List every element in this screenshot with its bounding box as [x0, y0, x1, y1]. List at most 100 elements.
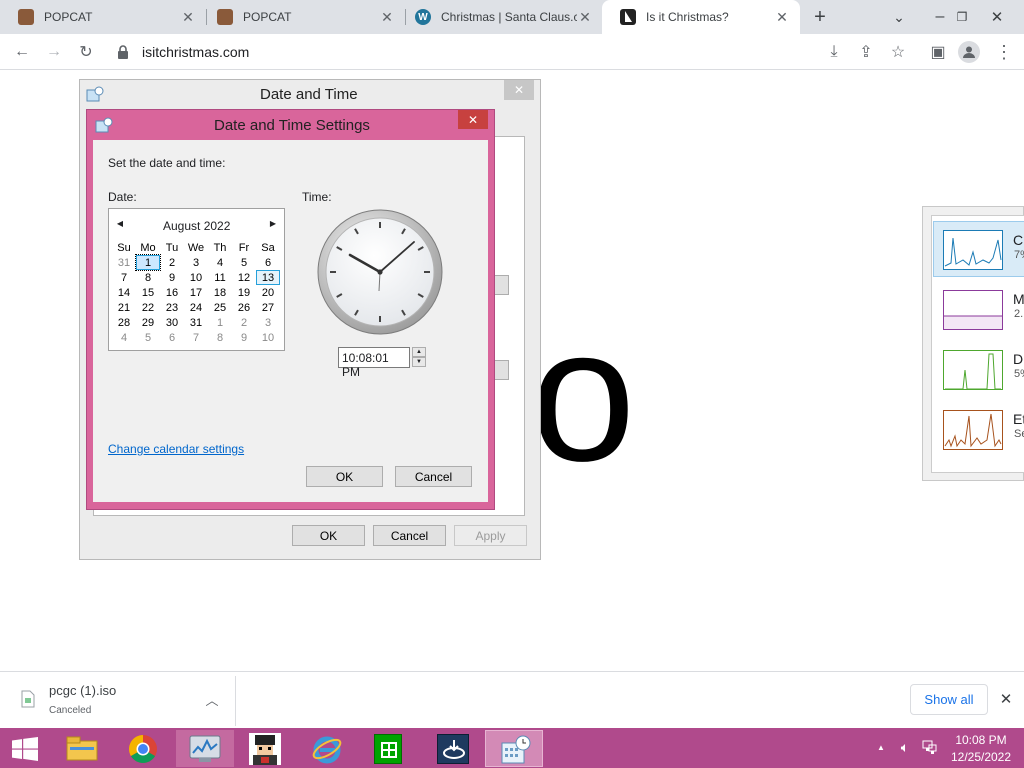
calendar-day[interactable]: 6	[256, 255, 280, 270]
calendar-day[interactable]: 5	[232, 255, 256, 270]
perf-item-ethernet[interactable]	[943, 410, 1003, 453]
calendar-day[interactable]: 9	[160, 270, 184, 285]
calendar-day[interactable]: 29	[136, 315, 160, 330]
tab-popcat-1[interactable]: POPCAT ✕	[0, 0, 206, 34]
download-chevron-up-icon[interactable]: ︿	[202, 689, 222, 709]
kebab-menu-icon[interactable]: ⋮	[990, 34, 1018, 70]
inner-close-icon[interactable]: ✕	[458, 110, 488, 129]
prev-month-arrow-icon[interactable]: ◀	[115, 218, 125, 228]
calendar-day-today[interactable]: 13	[256, 270, 280, 285]
inner-ok-button[interactable]: OK	[306, 466, 383, 487]
perf-item-cpu[interactable]	[943, 230, 1003, 273]
calendar-day[interactable]: 4	[112, 330, 136, 345]
show-all-button[interactable]: Show all	[910, 684, 988, 715]
address-bar-url[interactable]: isitchristmas.com	[142, 44, 249, 60]
calendar-day[interactable]: 1	[208, 315, 232, 330]
tab-search-chevron-icon[interactable]: ⌄	[877, 0, 921, 34]
calendar-day[interactable]: 19	[232, 285, 256, 300]
calendar-day[interactable]: 6	[160, 330, 184, 345]
calendar-day[interactable]: 16	[160, 285, 184, 300]
calendar-day[interactable]: 27	[256, 300, 280, 315]
taskbar-pixel-app[interactable]	[237, 730, 295, 767]
outer-close-icon[interactable]: ✕	[504, 80, 534, 100]
calendar-day[interactable]: 2	[160, 255, 184, 270]
calendar-day-selected[interactable]: 1	[135, 254, 161, 271]
back-arrow-icon[interactable]: ←	[8, 34, 36, 70]
close-tab-icon[interactable]: ✕	[577, 9, 593, 25]
taskbar-chrome[interactable]	[115, 730, 173, 767]
time-up-arrow-icon[interactable]: ▲	[412, 347, 426, 357]
side-panel-icon[interactable]: ▣	[924, 34, 952, 70]
tab-christmas-santa[interactable]: W Christmas | Santa Claus.c ✕	[397, 0, 603, 34]
volume-icon[interactable]: 🔈︎	[896, 738, 914, 756]
calendar-day[interactable]: 8	[208, 330, 232, 345]
calendar-day[interactable]: 8	[136, 270, 160, 285]
calendar-day[interactable]: 28	[112, 315, 136, 330]
taskbar-internet-explorer[interactable]	[298, 730, 356, 767]
forward-arrow-icon[interactable]: →	[40, 34, 68, 70]
perf-item-memory[interactable]	[943, 290, 1003, 333]
calendar-day[interactable]: 3	[184, 255, 208, 270]
calendar-day[interactable]: 21	[112, 300, 136, 315]
inner-cancel-button[interactable]: Cancel	[395, 466, 472, 487]
taskbar-date-time[interactable]	[485, 730, 543, 767]
show-hidden-icons-caret-icon[interactable]: ▲	[874, 740, 888, 754]
calendar-day[interactable]: 11	[208, 270, 232, 285]
new-tab-plus-icon[interactable]: +	[808, 5, 832, 29]
calendar-day[interactable]: 24	[184, 300, 208, 315]
calendar-day[interactable]: 26	[232, 300, 256, 315]
outer-apply-button[interactable]: Apply	[454, 525, 527, 546]
calendar-day[interactable]: 7	[184, 330, 208, 345]
taskbar-file-explorer[interactable]	[54, 730, 112, 767]
perf-item-disk[interactable]	[943, 350, 1003, 393]
calendar-day[interactable]: 9	[232, 330, 256, 345]
calendar-month[interactable]: August 2022	[163, 219, 230, 233]
calendar-day[interactable]: 25	[208, 300, 232, 315]
close-tab-icon[interactable]: ✕	[774, 9, 790, 25]
close-tab-icon[interactable]: ✕	[379, 9, 395, 25]
calendar-day[interactable]: 10	[184, 270, 208, 285]
taskbar-clock-date[interactable]: 12/25/2022	[948, 750, 1014, 764]
taskbar-app-dark[interactable]	[424, 730, 482, 767]
calendar-day[interactable]: 4	[208, 255, 232, 270]
install-app-icon[interactable]: ⤓	[820, 34, 848, 70]
tab-popcat-2[interactable]: POPCAT ✕	[199, 0, 405, 34]
reload-icon[interactable]: ↻	[72, 34, 100, 70]
change-calendar-settings-link[interactable]: Change calendar settings	[108, 442, 244, 456]
calendar-day[interactable]: 3	[256, 315, 280, 330]
windows-start-icon[interactable]	[10, 735, 40, 762]
calendar-day[interactable]: 7	[112, 270, 136, 285]
time-input[interactable]: 10:08:01 PM	[338, 347, 410, 379]
calendar-day[interactable]: 30	[160, 315, 184, 330]
time-down-arrow-icon[interactable]: ▼	[412, 357, 426, 367]
taskbar-store[interactable]	[359, 730, 417, 767]
outer-hidden-button[interactable]	[493, 360, 509, 380]
next-month-arrow-icon[interactable]: ▶	[268, 218, 278, 228]
bookmark-star-icon[interactable]: ☆	[884, 34, 912, 70]
close-tab-icon[interactable]: ✕	[180, 9, 196, 25]
calendar-day[interactable]: 31	[112, 255, 136, 270]
calendar-day[interactable]: 18	[208, 285, 232, 300]
outer-cancel-button[interactable]: Cancel	[373, 525, 446, 546]
close-window-icon[interactable]: ✕	[975, 0, 1019, 34]
calendar-day[interactable]: 12	[232, 270, 256, 285]
profile-avatar-icon[interactable]	[958, 41, 980, 63]
network-icon[interactable]	[920, 738, 938, 756]
outer-ok-button[interactable]: OK	[292, 525, 365, 546]
tab-is-it-christmas[interactable]: Is it Christmas? ✕	[602, 0, 800, 34]
calendar-day[interactable]: 23	[160, 300, 184, 315]
share-icon[interactable]: ⇪	[852, 34, 880, 70]
calendar-day[interactable]: 5	[136, 330, 160, 345]
calendar-day[interactable]: 20	[256, 285, 280, 300]
close-shelf-icon[interactable]: ✕	[996, 688, 1016, 710]
taskbar-clock-time[interactable]: 10:08 PM	[951, 733, 1011, 747]
calendar-day[interactable]: 15	[136, 285, 160, 300]
outer-hidden-button[interactable]	[493, 275, 509, 295]
calendar-day[interactable]: 10	[256, 330, 280, 345]
taskbar-performance-monitor[interactable]	[176, 730, 234, 767]
calendar-day[interactable]: 17	[184, 285, 208, 300]
calendar-day[interactable]: 22	[136, 300, 160, 315]
calendar-day[interactable]: 2	[232, 315, 256, 330]
calendar-day[interactable]: 14	[112, 285, 136, 300]
calendar-day[interactable]: 31	[184, 315, 208, 330]
